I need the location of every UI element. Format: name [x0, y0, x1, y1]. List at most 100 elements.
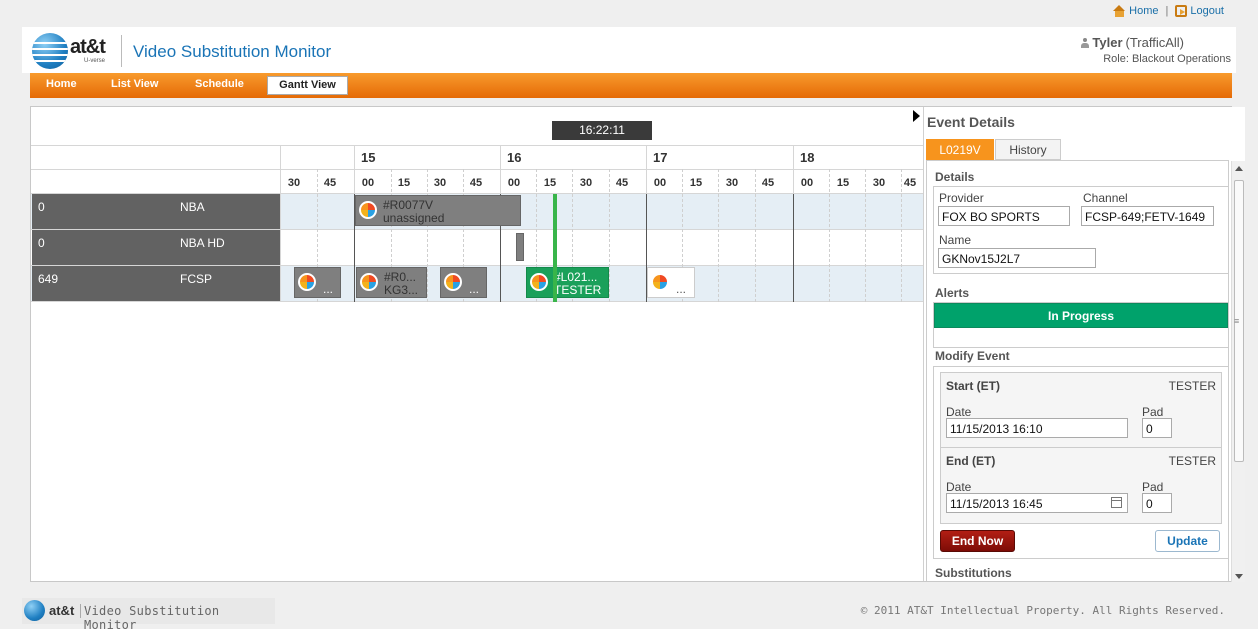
- alert-status-badge: In Progress: [934, 303, 1228, 328]
- scroll-up-arrow-icon[interactable]: [1235, 166, 1243, 171]
- event-details-panel: Event Details L0219V History Details Pro…: [923, 107, 1245, 581]
- scroll-down-arrow-icon[interactable]: [1235, 574, 1243, 579]
- minute-label: 30: [725, 177, 739, 189]
- event-status-icon: [298, 273, 316, 291]
- minute-label: 30: [579, 177, 593, 189]
- start-date-input[interactable]: 11/15/2013 16:10: [946, 418, 1128, 438]
- gantt-event[interactable]: #R0077V unassigned: [355, 195, 521, 226]
- hour-label: 18: [800, 150, 815, 165]
- gantt-event[interactable]: #R0... KG3...: [356, 267, 427, 298]
- channel-name: NBA: [180, 200, 205, 214]
- channel-label[interactable]: 0 NBA HD: [32, 230, 280, 265]
- app-title: Video Substitution Monitor: [133, 42, 332, 61]
- gantt-grid-line: [354, 145, 355, 194]
- copyright-text: © 2011 AT&T Intellectual Property. All R…: [860, 604, 1225, 617]
- divider: [941, 447, 1221, 448]
- minute-label: 15: [689, 177, 703, 189]
- minute-label: 00: [653, 177, 667, 189]
- gantt-event[interactable]: ...: [294, 267, 341, 298]
- end-pad-input[interactable]: 0: [1142, 493, 1172, 513]
- home-link[interactable]: Home: [1113, 5, 1158, 17]
- start-date-label: Date: [946, 405, 972, 419]
- channel-number: 0: [38, 200, 45, 214]
- start-pad-input[interactable]: 0: [1142, 418, 1172, 438]
- nav-home[interactable]: Home: [46, 78, 77, 90]
- gantt-grid-line: [280, 145, 281, 302]
- gantt-event-selected[interactable]: #L021... TESTER: [526, 267, 609, 298]
- end-pad-label: Pad: [1142, 480, 1164, 494]
- minute-label: 30: [287, 177, 301, 189]
- gantt-event[interactable]: ...: [440, 267, 487, 298]
- details-section-heading: Details: [935, 170, 975, 184]
- event-label-truncated: ...: [323, 282, 334, 296]
- main-nav: Home List View Schedule Gantt View: [30, 73, 1232, 98]
- event-id: #R0...: [384, 270, 417, 284]
- row-divider: [31, 265, 923, 266]
- gantt-event[interactable]: ...: [647, 267, 695, 298]
- end-date-label: Date: [946, 480, 972, 494]
- gantt-grid-line: [646, 145, 647, 194]
- gantt-grid-line: [901, 169, 902, 302]
- modify-section-heading: Modify Event: [935, 349, 1010, 363]
- user-role: Role: Blackout Operations: [1103, 53, 1231, 65]
- end-user: TESTER: [1168, 454, 1216, 468]
- gantt-event-marker[interactable]: [516, 233, 524, 261]
- nav-gantt-view[interactable]: Gantt View: [267, 76, 348, 95]
- user-icon: [1081, 37, 1090, 48]
- event-status-icon: [530, 273, 548, 291]
- tab-event-id[interactable]: L0219V: [926, 139, 994, 160]
- user-info: Tyler (TrafficAll): [1081, 35, 1184, 50]
- channel-label[interactable]: 0 NBA: [32, 194, 280, 229]
- provider-field[interactable]: FOX BO SPORTS: [938, 206, 1070, 226]
- minute-label: 15: [543, 177, 557, 189]
- time-settings-box: Start (ET) TESTER Date 11/15/2013 16:10 …: [940, 372, 1222, 524]
- update-button[interactable]: Update: [1155, 530, 1220, 552]
- gantt-grid-line: [718, 169, 719, 302]
- home-link-label: Home: [1129, 5, 1159, 17]
- calendar-icon[interactable]: [1111, 497, 1122, 508]
- provider-label: Provider: [939, 191, 984, 205]
- event-status-icon: [360, 273, 378, 291]
- gantt-header-top-line: [31, 145, 923, 146]
- gantt-grid-line: [865, 169, 866, 302]
- event-status-icon: [651, 273, 669, 291]
- end-date-input[interactable]: 11/15/2013 16:45: [946, 493, 1128, 513]
- substitutions-section-heading: Substitutions: [935, 566, 1012, 580]
- channel-label[interactable]: 649 FCSP: [32, 266, 280, 301]
- event-label-truncated: ...: [676, 282, 687, 296]
- app-header: at&t U-verse Video Substitution Monitor …: [22, 27, 1236, 73]
- event-status-icon: [444, 273, 462, 291]
- event-name: KG3...: [384, 283, 419, 297]
- hour-label: 16: [507, 150, 522, 165]
- footer-app-name: Video Substitution Monitor: [84, 604, 220, 629]
- minute-label: 30: [872, 177, 886, 189]
- footer-divider: [80, 604, 81, 618]
- scrollbar-grip-icon: ≡: [1234, 316, 1240, 326]
- nav-schedule[interactable]: Schedule: [195, 78, 244, 90]
- channel-name: NBA HD: [180, 236, 225, 250]
- gantt-grid-line: [500, 145, 501, 194]
- collapse-panel-arrow-icon[interactable]: [910, 108, 922, 124]
- name-field[interactable]: GKNov15J2L7: [938, 248, 1096, 268]
- hour-label: 15: [361, 150, 376, 165]
- channel-number: 0: [38, 236, 45, 250]
- event-label-truncated: ...: [469, 282, 480, 296]
- minute-label: 15: [836, 177, 850, 189]
- tab-history[interactable]: History: [995, 139, 1061, 160]
- hour-label: 17: [653, 150, 668, 165]
- event-name: TESTER: [554, 283, 602, 297]
- event-id: #L021...: [554, 270, 598, 284]
- gantt-grid-line: [609, 169, 610, 302]
- alerts-section-heading: Alerts: [935, 286, 970, 300]
- brand-name: at&t: [70, 36, 106, 58]
- end-now-button[interactable]: End Now: [940, 530, 1015, 552]
- header-divider: [121, 35, 122, 67]
- start-pad-label: Pad: [1142, 405, 1164, 419]
- nav-list-view[interactable]: List View: [111, 78, 158, 90]
- details-scrollbar[interactable]: ≡: [1231, 161, 1245, 582]
- start-user: TESTER: [1168, 379, 1216, 393]
- logout-link-label: Logout: [1190, 5, 1224, 17]
- event-name: unassigned: [383, 211, 445, 225]
- channel-field[interactable]: FCSP-649;FETV-1649: [1081, 206, 1214, 226]
- logout-link[interactable]: Logout: [1175, 5, 1224, 17]
